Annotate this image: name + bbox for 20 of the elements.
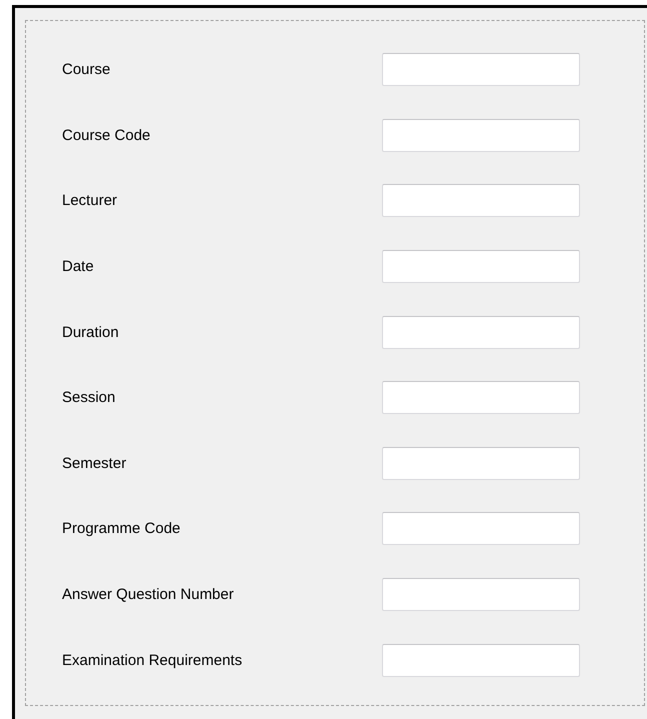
input-field[interactable]: [382, 53, 580, 86]
field-label: Duration: [62, 324, 120, 341]
field-label: Lecturer: [62, 192, 118, 210]
input-field[interactable]: [382, 381, 580, 414]
field-label: Answer Question Number: [62, 586, 235, 604]
field-label: Date: [62, 258, 95, 276]
field-label: Semester: [62, 454, 128, 472]
input-field[interactable]: [382, 316, 580, 349]
input-field[interactable]: [382, 184, 580, 218]
input-field[interactable]: [382, 512, 580, 546]
field-label: Programme Code: [62, 520, 182, 538]
input-field[interactable]: [382, 644, 580, 677]
input-field[interactable]: [382, 250, 580, 284]
field-label: Course: [62, 61, 112, 78]
input-field[interactable]: [382, 446, 580, 480]
field-label: Course Code: [62, 126, 152, 144]
input-field[interactable]: [382, 118, 580, 152]
field-label: Session: [62, 389, 116, 406]
input-field[interactable]: [382, 578, 580, 612]
field-label: Examination Requirements: [62, 652, 244, 669]
